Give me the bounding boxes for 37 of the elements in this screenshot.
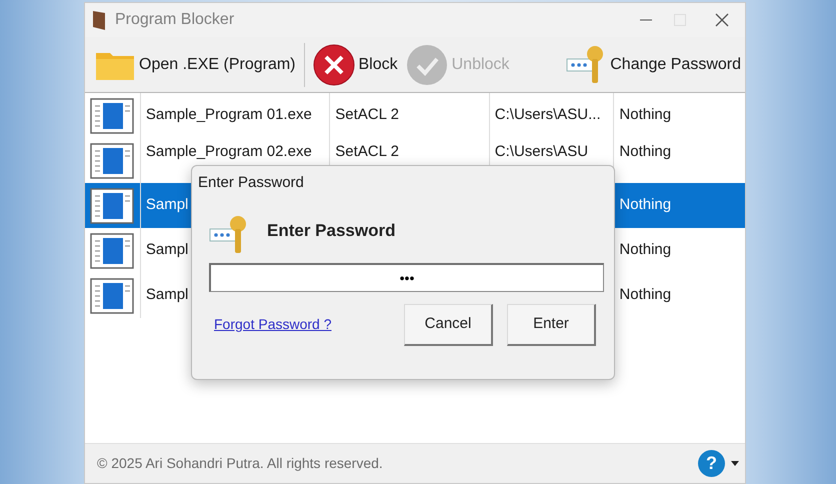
program-icon [90, 278, 134, 314]
enter-button[interactable]: Enter [507, 304, 596, 346]
help-button[interactable]: ? [698, 450, 725, 477]
close-icon [715, 13, 729, 27]
dropdown-caret-icon[interactable] [731, 461, 739, 466]
block-icon [312, 44, 354, 86]
password-field[interactable]: ••• [209, 262, 604, 292]
acl-cell: SetACL 2 [335, 107, 399, 124]
list-row[interactable]: Sample_Program 01.exe SetACL 2 C:\Users\ASU... Nothing [85, 93, 745, 138]
program-name-cell: Sampl [146, 287, 188, 304]
status-cell: Nothing [619, 197, 672, 214]
status-cell: Nothing [619, 144, 672, 160]
program-name-cell: Sampl [146, 197, 188, 214]
cancel-button[interactable]: Cancel [404, 304, 493, 346]
copyright-text: © 2025 Ari Sohandri Putra. All rights reserved. [97, 454, 384, 473]
program-icon [90, 142, 134, 178]
dialog-heading: Enter Password [267, 220, 396, 242]
block-button[interactable]: Block [308, 40, 402, 88]
acl-cell: SetACL 2 [335, 144, 399, 160]
window-title: Program Blocker [115, 10, 236, 30]
change-password-button[interactable]: Change Password [562, 40, 745, 88]
status-cell: Nothing [619, 107, 672, 124]
status-cell: Nothing [619, 287, 672, 304]
forgot-password-link[interactable]: Forgot Password ? [214, 314, 332, 334]
program-name-cell: Sample_Program 02.exe [146, 144, 312, 160]
program-icon [90, 188, 134, 224]
program-name-cell: Sampl [146, 242, 188, 259]
program-name-cell: Sample_Program 01.exe [146, 107, 312, 124]
app-icon [91, 9, 107, 31]
check-icon [406, 44, 448, 86]
open-button[interactable]: Open .EXE (Program) [91, 40, 300, 88]
dialog-title: Enter Password [198, 173, 305, 193]
path-cell: C:\Users\ASU [494, 144, 588, 160]
path-cell: C:\Users\ASU... [494, 107, 601, 124]
status-cell: Nothing [619, 242, 672, 259]
program-icon [90, 232, 134, 268]
program-icon [90, 98, 134, 134]
